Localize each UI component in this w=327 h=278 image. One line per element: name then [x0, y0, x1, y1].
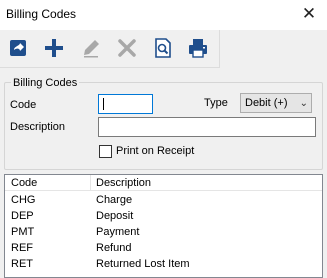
- window-title: Billing Codes: [6, 7, 77, 21]
- billing-codes-list[interactable]: Code Description CHG Charge DEP Deposit …: [4, 174, 323, 278]
- row-description: Returned Lost Item: [96, 258, 190, 270]
- row-description: Payment: [96, 226, 140, 238]
- add-button[interactable]: [41, 35, 67, 61]
- row-code: DEP: [11, 210, 34, 222]
- open-button[interactable]: [6, 35, 32, 61]
- table-row[interactable]: REF Refund: [5, 240, 322, 256]
- description-label: Description: [10, 121, 66, 133]
- row-code: REF: [11, 242, 33, 254]
- column-header-description[interactable]: Description: [96, 177, 151, 189]
- column-divider[interactable]: [90, 175, 91, 191]
- row-code: CHG: [11, 194, 36, 206]
- row-description: Charge: [96, 194, 133, 206]
- row-code: PMT: [11, 226, 35, 238]
- list-header: Code Description: [5, 175, 322, 191]
- row-description: Deposit: [96, 210, 134, 222]
- code-input[interactable]: [98, 94, 153, 114]
- edit-icon: [80, 37, 102, 59]
- table-row[interactable]: PMT Payment: [5, 224, 322, 240]
- print-button[interactable]: [185, 35, 211, 61]
- code-label: Code: [10, 99, 37, 111]
- toolbar: [0, 30, 220, 68]
- print-preview-button[interactable]: [150, 35, 176, 61]
- close-button[interactable]: ✕: [296, 3, 322, 25]
- table-row[interactable]: RET Returned Lost Item: [5, 256, 322, 272]
- title-bar: Billing Codes ✕: [0, 0, 327, 30]
- delete-icon: [116, 37, 138, 59]
- type-select[interactable]: Debit (+) ⌄: [240, 93, 312, 113]
- column-header-code[interactable]: Code: [11, 177, 37, 189]
- edit-button[interactable]: [78, 35, 104, 61]
- row-code: RET: [11, 258, 33, 270]
- print-preview-icon: [152, 37, 174, 59]
- print-on-receipt-checkbox[interactable]: [99, 145, 112, 158]
- table-row[interactable]: CHG Charge: [5, 192, 322, 208]
- chevron-down-icon: ⌄: [299, 98, 308, 109]
- table-row[interactable]: DEP Deposit: [5, 208, 322, 224]
- add-icon: [43, 37, 65, 59]
- group-label: Billing Codes: [11, 77, 80, 89]
- open-icon: [8, 37, 30, 59]
- text-caret: [103, 98, 104, 110]
- print-icon: [187, 37, 209, 59]
- type-label: Type: [204, 97, 228, 109]
- print-on-receipt-label[interactable]: Print on Receipt: [116, 145, 194, 157]
- type-select-value: Debit (+): [245, 97, 288, 109]
- row-description: Refund: [96, 242, 132, 254]
- delete-button[interactable]: [114, 35, 140, 61]
- description-input[interactable]: [98, 117, 316, 137]
